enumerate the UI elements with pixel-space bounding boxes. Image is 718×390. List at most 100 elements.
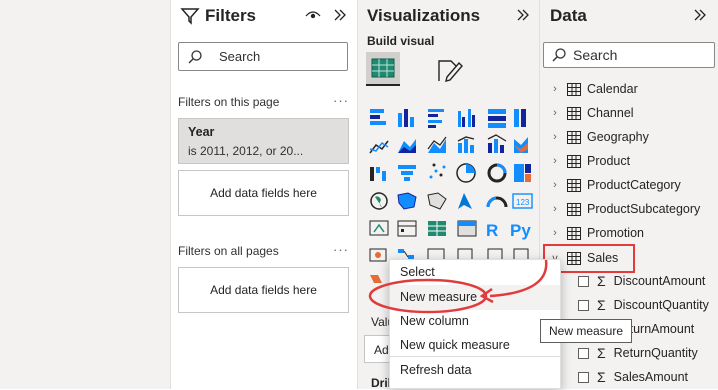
collapse-filters-icon[interactable] <box>333 8 347 22</box>
100-stacked-bar-icon[interactable] <box>488 109 506 128</box>
azure-map-icon[interactable] <box>458 193 472 209</box>
r-visual-icon[interactable]: R <box>486 221 498 240</box>
add-data-fields-well-page[interactable]: Add data fields here <box>178 170 349 216</box>
table-channel[interactable]: › Channel <box>549 102 634 124</box>
100-stacked-column-icon[interactable] <box>514 109 526 127</box>
drill-through-label: Dril <box>371 376 392 390</box>
slicer-icon[interactable] <box>397 220 417 237</box>
sigma-icon: Σ <box>597 345 606 361</box>
chevron-right-icon: › <box>553 131 557 143</box>
waterfall-chart-icon[interactable] <box>370 167 386 181</box>
filters-on-all-pages-label: Filters on all pages <box>178 244 279 258</box>
filters-title: Filters <box>205 6 257 25</box>
stacked-column-chart-icon[interactable] <box>398 109 414 127</box>
table-label: Promotion <box>587 226 644 240</box>
table-promotion[interactable]: › Promotion <box>549 222 644 244</box>
menu-item-new-quick-measure[interactable]: New quick measure <box>400 338 510 352</box>
data-search-input[interactable]: Search <box>543 42 715 68</box>
clustered-column-chart-icon[interactable] <box>458 109 475 127</box>
table-label: Product <box>587 154 631 168</box>
donut-chart-icon[interactable] <box>487 163 507 183</box>
data-title: Data <box>550 6 587 25</box>
collapse-visualizations-icon[interactable] <box>516 8 530 22</box>
ribbon-chart-icon[interactable] <box>514 137 528 153</box>
chevron-right-icon: › <box>553 179 557 191</box>
area-chart-icon[interactable] <box>398 139 416 153</box>
field-salesamount[interactable]: Σ SalesAmount <box>578 366 688 388</box>
table-productsubcategory[interactable]: › ProductSubcategory <box>549 198 700 220</box>
sigma-icon: Σ <box>597 369 606 385</box>
table-label: Calendar <box>587 82 638 96</box>
chevron-right-icon: › <box>553 83 557 95</box>
highlight-ellipse <box>368 278 488 314</box>
table-icon <box>567 106 581 120</box>
chevron-right-icon: › <box>553 155 557 167</box>
more-options-icon[interactable]: ··· <box>333 93 349 108</box>
menu-divider <box>390 356 560 357</box>
year-filter-card[interactable]: Year is 2011, 2012, or 20... <box>178 118 349 164</box>
table-geography[interactable]: › Geography <box>549 126 649 148</box>
table-icon <box>567 154 581 168</box>
chevron-right-icon: › <box>553 203 557 215</box>
table-grid-icon <box>371 58 395 78</box>
checkbox[interactable] <box>578 347 589 359</box>
table-icon <box>567 202 581 216</box>
stacked-bar-chart-icon[interactable] <box>370 109 386 125</box>
map-icon[interactable] <box>370 192 388 210</box>
scatter-chart-icon[interactable] <box>429 163 446 179</box>
kpi-icon[interactable] <box>369 220 389 236</box>
pie-chart-icon[interactable] <box>456 163 476 183</box>
search-icon <box>552 48 566 62</box>
stacked-area-chart-icon[interactable] <box>427 136 447 153</box>
more-options-icon[interactable]: ··· <box>333 242 349 257</box>
table-label: Channel <box>587 106 634 120</box>
chevron-right-icon: › <box>553 107 557 119</box>
table-label: ProductCategory <box>587 178 681 192</box>
tooltip: New measure <box>540 319 633 343</box>
filters-on-this-page-label: Filters on this page <box>178 95 280 109</box>
filters-search-placeholder: Search <box>219 49 261 64</box>
table-icon[interactable] <box>428 221 446 236</box>
data-search-placeholder: Search <box>573 47 618 63</box>
matrix-icon[interactable] <box>457 220 477 237</box>
card-icon[interactable]: 123 <box>512 193 533 209</box>
treemap-icon[interactable] <box>514 164 531 182</box>
svg-text:Py: Py <box>510 221 531 240</box>
search-icon <box>188 50 202 64</box>
table-label: ProductSubcategory <box>587 202 701 216</box>
table-icon <box>567 178 581 192</box>
line-and-clustered-column-icon[interactable] <box>487 134 507 153</box>
build-visual-label: Build visual <box>367 34 435 48</box>
funnel-chart-icon[interactable] <box>398 165 416 181</box>
table-calendar[interactable]: › Calendar <box>549 78 638 100</box>
field-label: SalesAmount <box>613 370 689 384</box>
filters-search-input[interactable]: Search <box>178 42 348 71</box>
menu-item-refresh-data[interactable]: Refresh data <box>400 363 472 377</box>
checkbox[interactable] <box>578 371 589 383</box>
filter-icon <box>180 8 200 25</box>
year-filter-title: Year <box>188 125 215 139</box>
table-product[interactable]: › Product <box>549 150 630 172</box>
year-filter-value: is 2011, 2012, or 20... <box>188 144 304 158</box>
chevron-right-icon: › <box>553 227 557 239</box>
table-icon <box>567 226 581 240</box>
python-visual-icon[interactable]: Py <box>510 221 531 240</box>
line-chart-icon[interactable] <box>369 140 389 154</box>
collapse-data-icon[interactable] <box>693 8 707 22</box>
filled-map-icon[interactable] <box>397 192 417 210</box>
table-productcategory[interactable]: › ProductCategory <box>549 174 681 196</box>
annotation-overlay <box>368 259 548 314</box>
line-and-column-icon[interactable] <box>457 136 475 153</box>
field-returnquantity[interactable]: Σ ReturnQuantity <box>578 342 698 364</box>
eye-icon[interactable] <box>305 8 321 22</box>
add-data-fields-well-all[interactable]: Add data fields here <box>178 267 349 313</box>
build-visual-tab[interactable] <box>366 52 400 86</box>
shape-map-icon[interactable] <box>427 192 447 210</box>
clustered-bar-chart-icon[interactable] <box>428 109 444 128</box>
gauge-icon[interactable] <box>486 196 508 208</box>
table-icon <box>567 130 581 144</box>
svg-text:123: 123 <box>516 198 530 207</box>
format-visual-icon[interactable] <box>435 57 463 83</box>
svg-text:R: R <box>486 221 498 240</box>
visualizations-title: Visualizations <box>367 6 481 25</box>
